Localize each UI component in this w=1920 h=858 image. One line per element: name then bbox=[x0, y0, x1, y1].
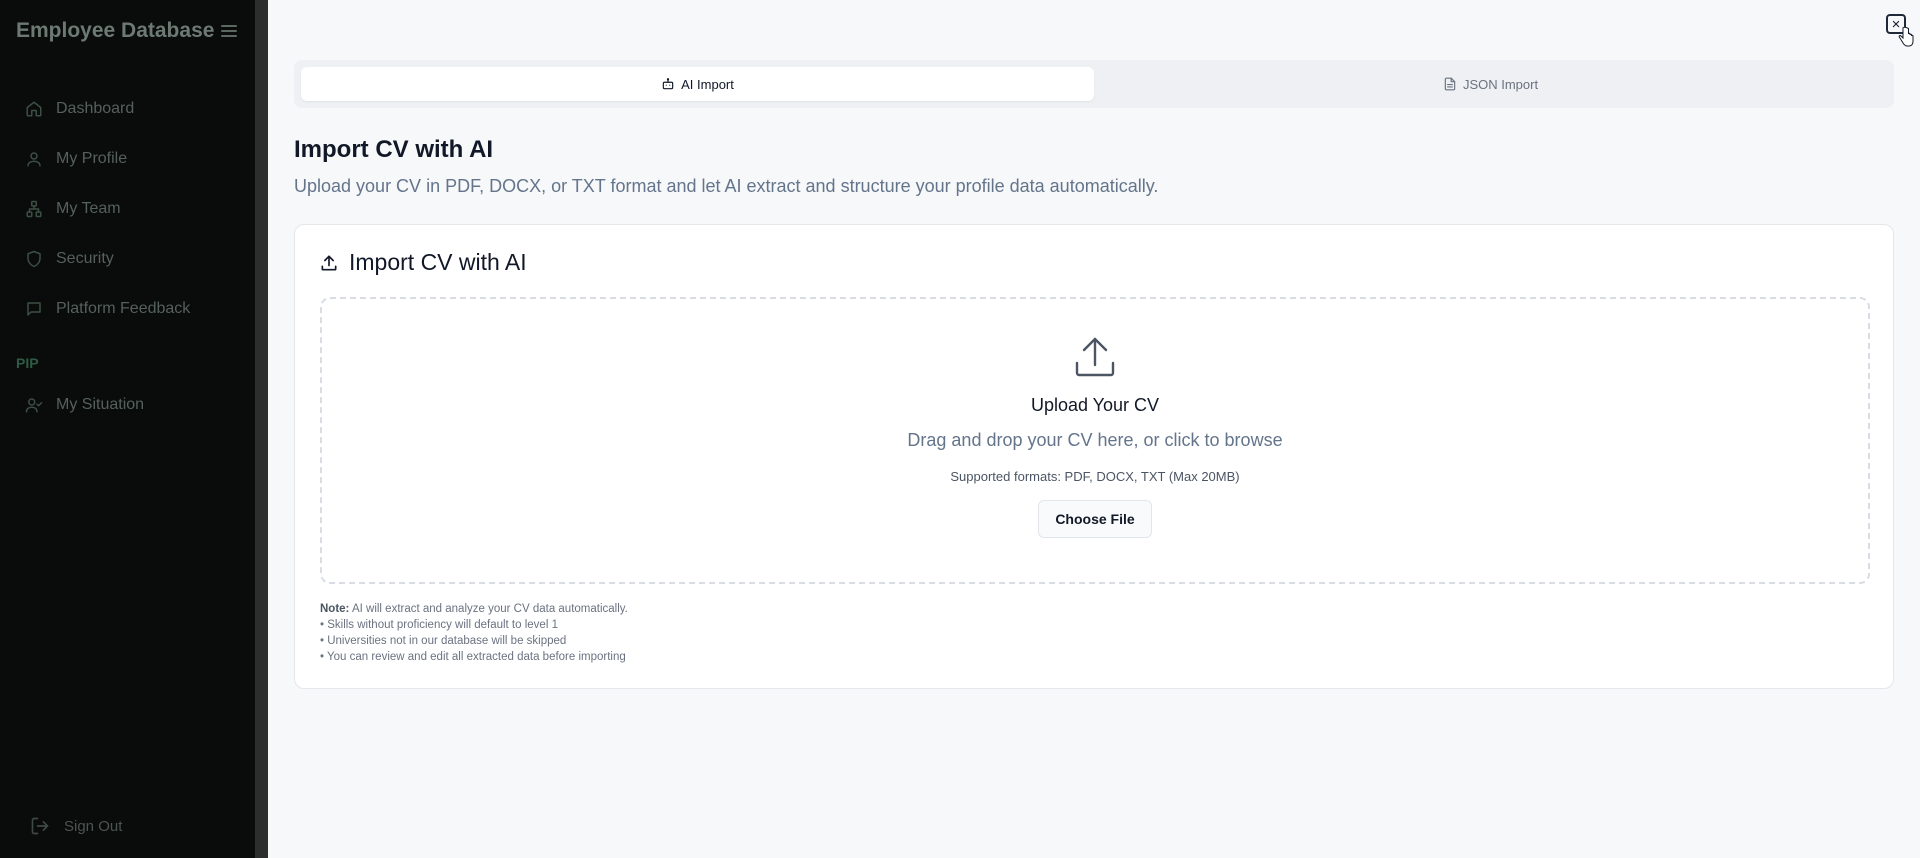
dropzone-subtitle: Drag and drop your CV here, or click to … bbox=[907, 430, 1283, 450]
sidebar-item-dashboard[interactable]: Dashboard bbox=[0, 84, 255, 134]
import-notes: Note: AI will extract and analyze your C… bbox=[320, 601, 628, 665]
sign-out-button[interactable]: Sign Out bbox=[30, 816, 122, 836]
sidebar-item-label: Platform Feedback bbox=[56, 300, 191, 317]
sidebar-item-security[interactable]: Security bbox=[0, 234, 255, 284]
sidebar-header: Employee Database bbox=[0, 0, 255, 62]
import-sheet: × AI Import JSON Import Import CV with A… bbox=[268, 0, 1920, 858]
note-line: • Universities not in our database will … bbox=[320, 635, 567, 647]
sign-out-label: Sign Out bbox=[64, 817, 123, 835]
user-icon bbox=[24, 149, 44, 169]
sidebar-item-label: Security bbox=[56, 250, 114, 267]
message-icon bbox=[24, 299, 44, 319]
note-line: Note: AI will extract and analyze your C… bbox=[320, 601, 628, 617]
cv-dropzone[interactable]: Upload Your CV Drag and drop your CV her… bbox=[320, 297, 1870, 584]
logout-icon bbox=[31, 817, 49, 835]
page-subtitle: Upload your CV in PDF, DOCX, or TXT form… bbox=[294, 176, 1159, 196]
tab-ai-import[interactable]: AI Import bbox=[301, 67, 1094, 101]
sidebar-item-my-profile[interactable]: My Profile bbox=[0, 134, 255, 184]
sidebar-item-label: My Profile bbox=[56, 150, 128, 167]
dropzone-title: Upload Your CV bbox=[1030, 395, 1160, 415]
tab-label: JSON Import bbox=[1462, 76, 1539, 92]
tab-label: AI Import bbox=[681, 76, 734, 92]
home-icon bbox=[24, 99, 44, 119]
sidebar-item-my-situation[interactable]: My Situation bbox=[0, 380, 255, 430]
upload-icon bbox=[321, 255, 337, 270]
tab-json-import[interactable]: JSON Import bbox=[1094, 67, 1887, 101]
note-label: Note: bbox=[320, 603, 350, 615]
card-title: Import CV with AI bbox=[349, 249, 527, 275]
supported-formats: Supported formats: PDF, DOCX, TXT (Max 2… bbox=[950, 469, 1240, 484]
note-text: AI will extract and analyze your CV data… bbox=[349, 603, 628, 615]
sidebar-item-label: Dashboard bbox=[56, 100, 135, 117]
page-title: Import CV with AI bbox=[294, 136, 494, 163]
import-card: Import CV with AI Upload Your CV Drag an… bbox=[294, 224, 1894, 689]
sidebar-item-platform-feedback[interactable]: Platform Feedback bbox=[0, 284, 255, 334]
note-line: • Skills without proficiency will defaul… bbox=[320, 619, 558, 631]
sidebar-item-label: My Situation bbox=[56, 396, 145, 413]
sidebar: Employee Database Dashboard My Profile M… bbox=[0, 0, 255, 858]
sidebar-section-label: PIP bbox=[16, 355, 39, 371]
hand-cursor-icon bbox=[1898, 26, 1914, 47]
bot-icon bbox=[662, 78, 674, 90]
shield-icon bbox=[24, 249, 44, 269]
note-line: • You can review and edit all extracted … bbox=[320, 651, 626, 663]
upload-icon bbox=[1071, 333, 1119, 381]
sidebar-item-label: My Team bbox=[56, 200, 121, 217]
sidebar-nav: Dashboard My Profile My Team Security Pl… bbox=[0, 84, 255, 430]
overlay-divider bbox=[255, 0, 268, 858]
file-icon bbox=[1444, 77, 1456, 91]
user-check-icon bbox=[24, 395, 44, 415]
app-title: Employee Database bbox=[16, 19, 215, 42]
card-header: Import CV with AI bbox=[319, 249, 527, 276]
sidebar-item-my-team[interactable]: My Team bbox=[0, 184, 255, 234]
choose-file-button[interactable]: Choose File bbox=[1038, 500, 1152, 538]
menu-icon[interactable] bbox=[221, 25, 237, 37]
team-icon bbox=[24, 199, 44, 219]
import-tabs: AI Import JSON Import bbox=[294, 60, 1894, 108]
